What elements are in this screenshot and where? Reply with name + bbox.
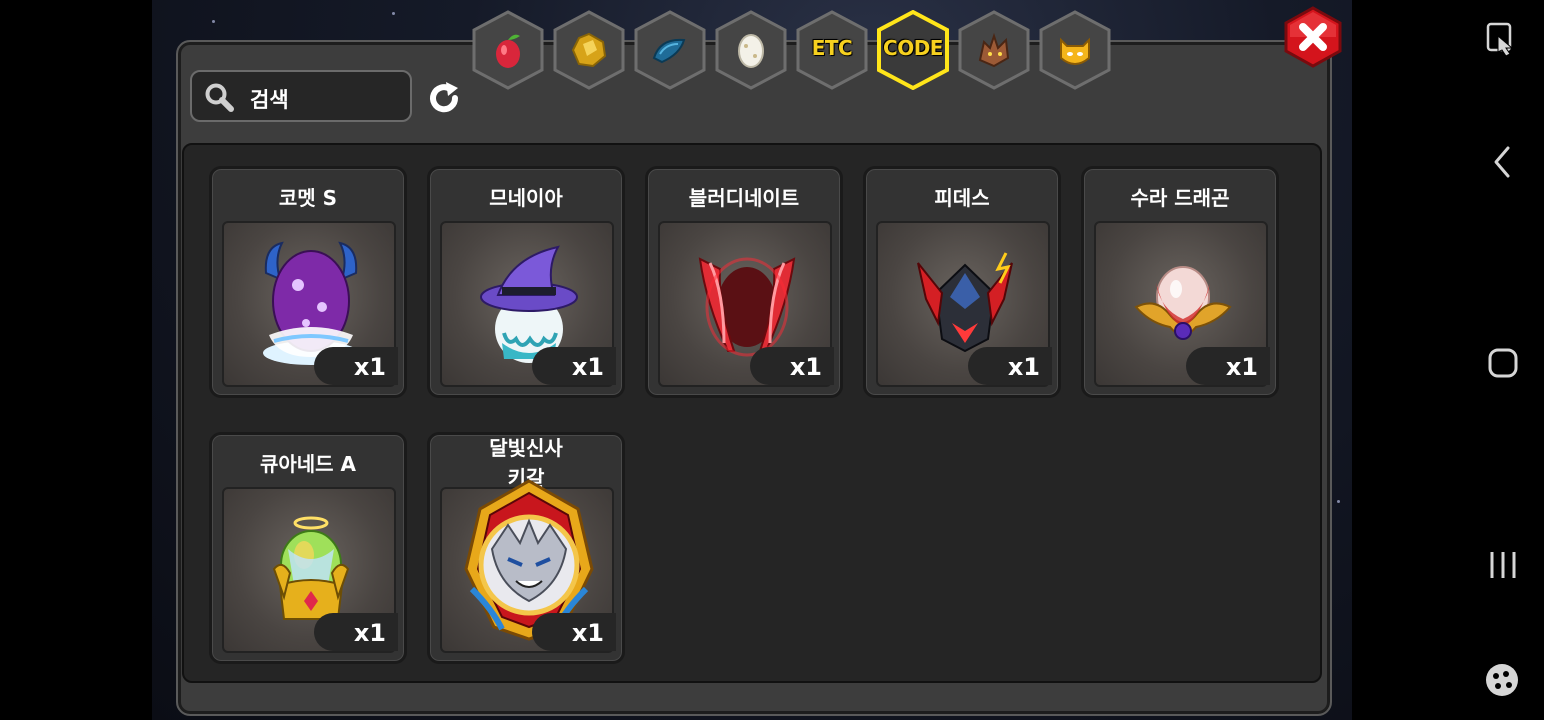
item-card[interactable]: 피데스 x1 <box>863 166 1061 398</box>
item-quantity: x1 <box>968 347 1052 385</box>
close-icon[interactable] <box>1283 6 1343 68</box>
item-name: 피데스 <box>934 186 990 210</box>
red-fruit-icon <box>496 34 520 68</box>
item-quantity: x1 <box>314 347 398 385</box>
tab-code-label: CODE <box>883 36 943 60</box>
item-card[interactable]: 므네이아 x1 <box>427 166 625 398</box>
tab-egg[interactable] <box>715 10 787 90</box>
category-tabs: ETC CODE <box>472 10 1122 94</box>
item-quantity: x1 <box>314 613 398 651</box>
tab-dragon[interactable] <box>958 10 1030 90</box>
item-quantity: x1 <box>750 347 834 385</box>
item-quantity: x1 <box>532 613 616 651</box>
search-placeholder: 검색 <box>250 88 289 112</box>
recent-apps-icon[interactable] <box>1486 548 1520 582</box>
back-icon[interactable] <box>1488 144 1518 180</box>
dragon-head-icon <box>978 32 1010 68</box>
tab-fruit[interactable] <box>472 10 544 90</box>
item-quantity: x1 <box>532 347 616 385</box>
item-card[interactable]: 달빛신사 키갈 x1 <box>427 432 625 664</box>
item-name: 코멧 S <box>278 186 338 210</box>
item-name: 수라 드래곤 <box>1130 186 1230 210</box>
item-name: 블러디네이트 <box>688 186 800 210</box>
item-card[interactable]: 코멧 S x1 <box>209 166 407 398</box>
item-name: 므네이아 <box>489 186 563 210</box>
tab-code[interactable]: CODE <box>877 10 949 90</box>
tab-scale[interactable] <box>634 10 706 90</box>
blue-scale-icon <box>652 38 686 64</box>
tab-etc[interactable]: ETC <box>796 10 868 90</box>
item-card[interactable]: 큐아네드 A x1 <box>209 432 407 664</box>
search-icon <box>205 83 234 112</box>
item-quantity: x1 <box>1186 347 1270 385</box>
yellow-monster-icon <box>1060 37 1090 65</box>
tab-monster[interactable] <box>1039 10 1111 90</box>
gold-ore-icon <box>571 32 607 68</box>
home-icon[interactable] <box>1486 346 1520 380</box>
refresh-icon[interactable] <box>424 78 464 118</box>
game-launcher-icon[interactable] <box>1484 662 1520 698</box>
item-card[interactable]: 블러디네이트 x1 <box>645 166 843 398</box>
egg-icon <box>738 34 764 68</box>
item-card[interactable]: 수라 드래곤 x1 <box>1081 166 1279 398</box>
search-input[interactable]: 검색 <box>190 70 412 122</box>
tab-etc-label: ETC <box>811 36 853 60</box>
tab-gold-stone[interactable] <box>553 10 625 90</box>
item-name: 큐아네드 A <box>259 452 357 476</box>
screen-touch-icon[interactable] <box>1484 22 1520 58</box>
